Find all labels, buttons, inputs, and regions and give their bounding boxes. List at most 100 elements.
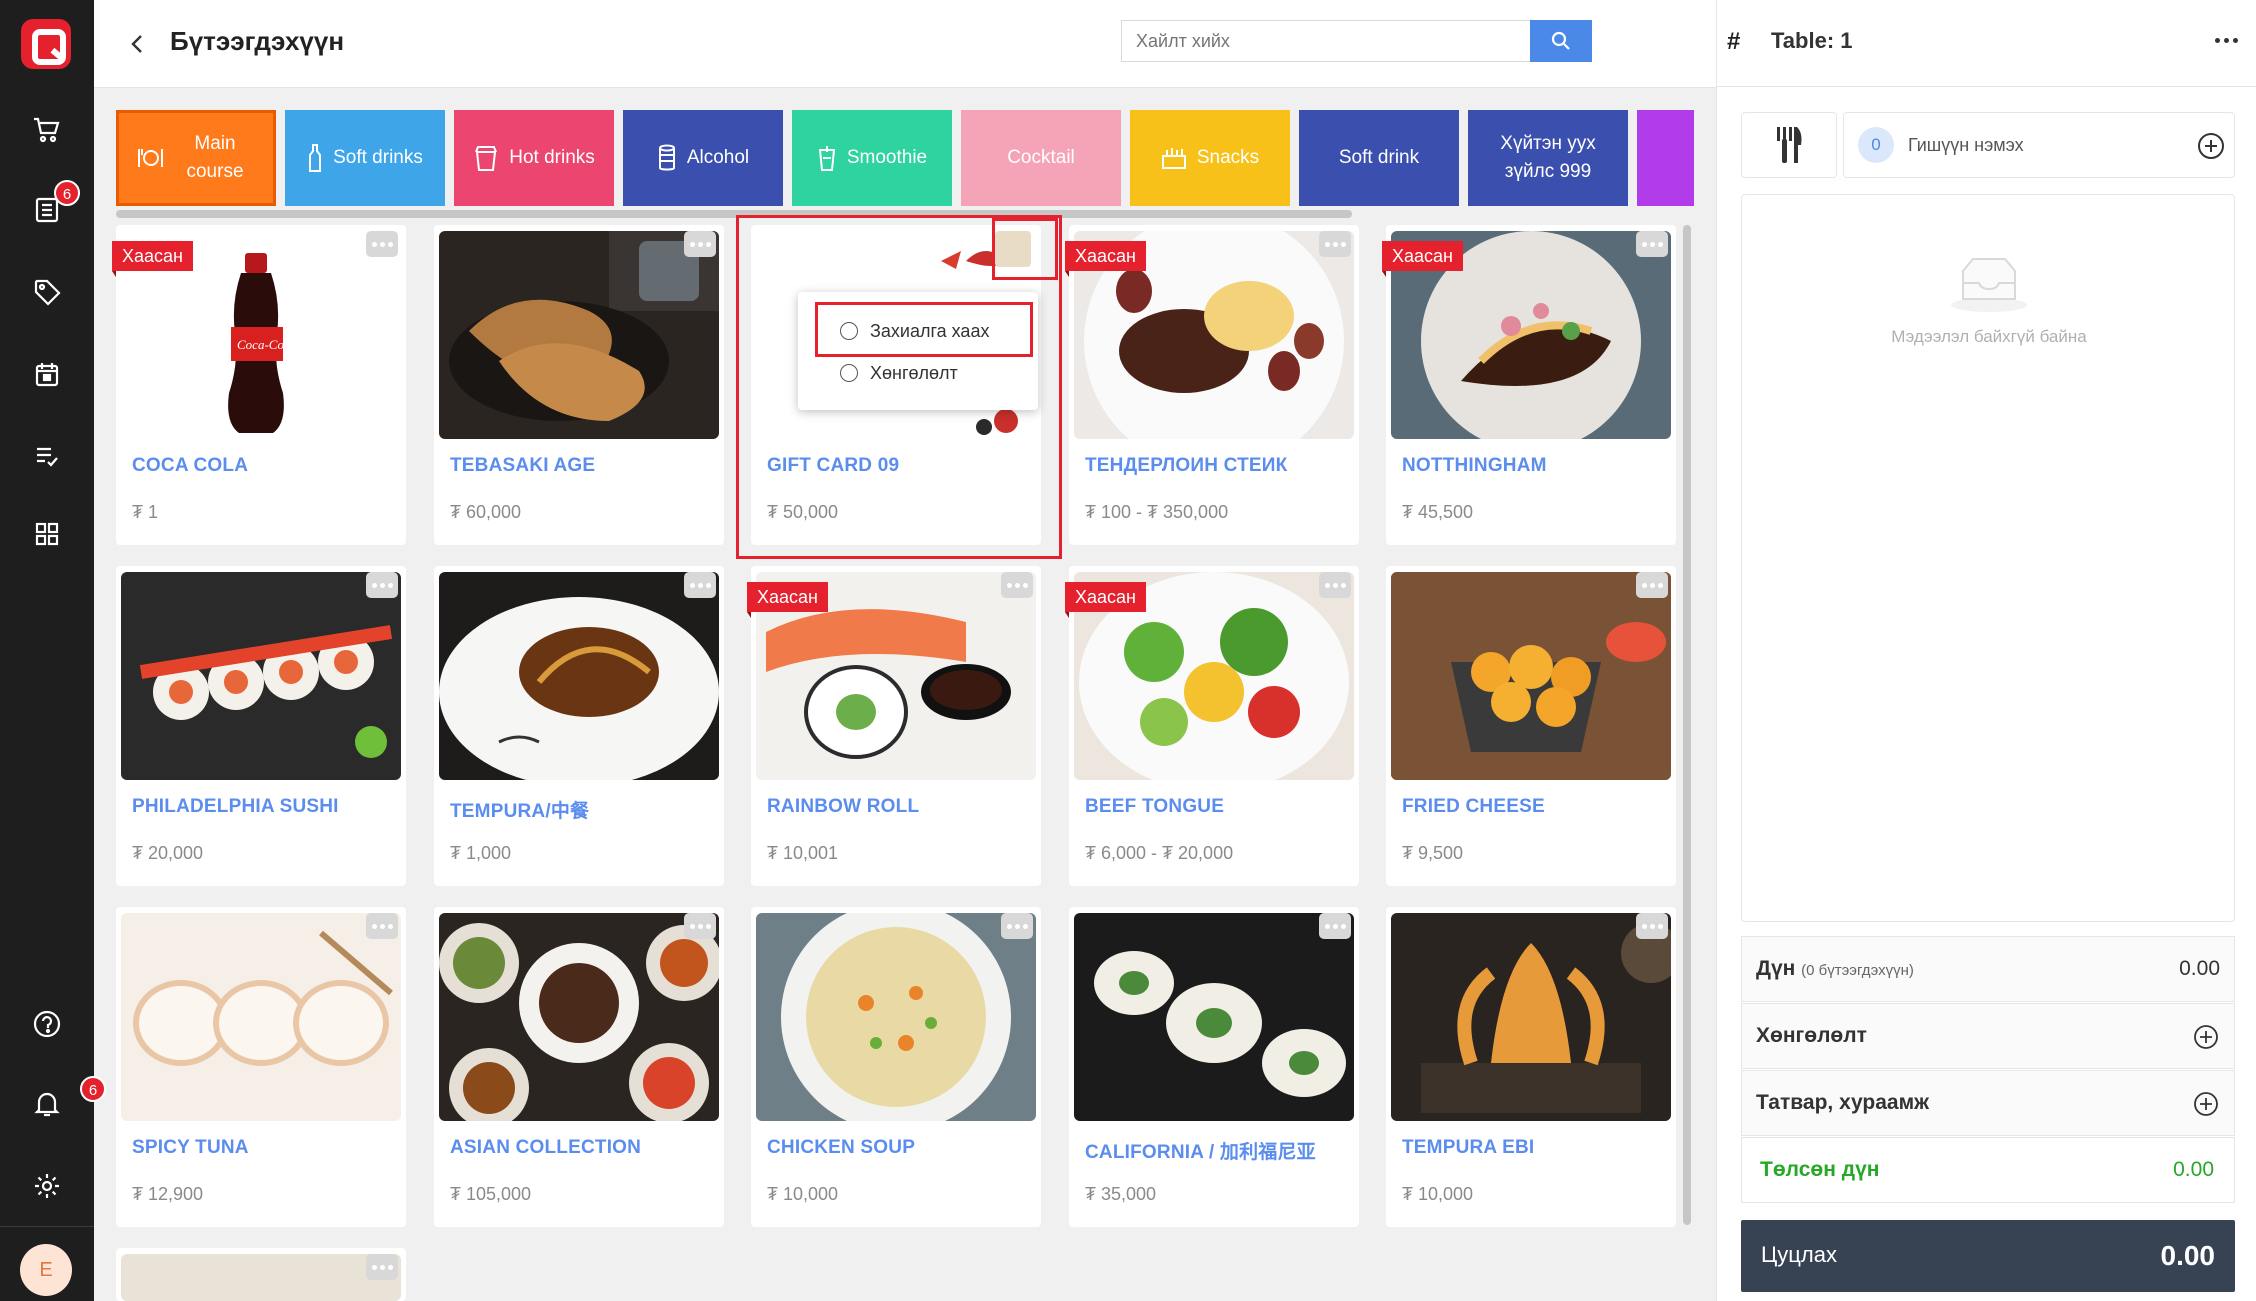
product-name: ASIAN COLLECTION	[450, 1137, 642, 1158]
add-circle-icon	[2198, 133, 2224, 159]
product-card-coca-cola[interactable]: Coca-Cola Хаасан COCA COLA ₮ 1	[112, 225, 406, 545]
checklist-icon[interactable]	[27, 436, 67, 476]
category-cold-drinks[interactable]: Хүйтэн уух зүйлс 999	[1468, 110, 1628, 206]
more-options-button[interactable]	[1636, 913, 1668, 939]
more-menu-icon[interactable]	[2215, 38, 2238, 43]
category-label: Hot drinks	[509, 147, 595, 168]
product-card-tebasaki-age[interactable]: TEBASAKI AGE ₮ 60,000	[434, 225, 724, 545]
cart-icon[interactable]	[27, 110, 67, 150]
amount-label: Дүн	[1756, 957, 1796, 980]
product-card-tenderloin[interactable]: Хаасан ТЕНДЕРЛОИН СТЕИК ₮ 100 - ₮ 350,00…	[1065, 225, 1359, 545]
cancel-button[interactable]: Цуцлах 0.00	[1741, 1220, 2235, 1292]
category-alcohol[interactable]: Alcohol	[623, 110, 783, 206]
category-snacks[interactable]: Snacks	[1130, 110, 1290, 206]
product-price: ₮ 100 - ₮ 350,000	[1085, 502, 1229, 522]
more-options-button[interactable]	[1319, 231, 1351, 257]
svg-text:Coca-Cola: Coca-Cola	[237, 337, 295, 352]
product-name: PHILADELPHIA SUSHI	[132, 796, 339, 817]
product-price: ₮ 105,000	[450, 1184, 532, 1204]
product-card-beef-tongue[interactable]: Хаасан BEEF TONGUE ₮ 6,000 - ₮ 20,000	[1065, 566, 1359, 886]
menu-item-close-order[interactable]: Захиалга хаах	[870, 321, 989, 342]
sold-out-badge: Хаасан	[1065, 241, 1146, 277]
more-options-button[interactable]	[1636, 572, 1668, 598]
product-card-fried-cheese[interactable]: FRIED CHEESE ₮ 9,500	[1386, 566, 1676, 886]
add-member-field[interactable]: 0 Гишүүн нэмэх	[1843, 112, 2235, 178]
menu-item-discount[interactable]: Хөнгөлөлт	[870, 363, 958, 384]
category-partial[interactable]: L	[1637, 110, 1694, 206]
product-price: ₮ 1	[132, 502, 159, 522]
product-card-chicken-soup[interactable]: CHICKEN SOUP ₮ 10,000	[751, 907, 1041, 1227]
category-soft-drinks[interactable]: Soft drinks	[285, 110, 445, 206]
products-scrollbar[interactable]	[1683, 225, 1691, 1225]
table-title: Table: 1	[1771, 28, 1853, 53]
category-soft-drink[interactable]: Soft drink	[1299, 110, 1459, 206]
product-image	[1391, 572, 1671, 780]
add-member-label: Гишүүн нэмэх	[1908, 135, 2024, 155]
product-price: ₮ 60,000	[450, 502, 522, 522]
more-options-button[interactable]	[366, 231, 398, 257]
product-price: ₮ 35,000	[1085, 1184, 1157, 1204]
product-name: TEMPURA/中餐	[450, 801, 590, 822]
category-label: Хүйтэн уух зүйлс 999	[1500, 133, 1596, 182]
category-hot-drinks[interactable]: Hot drinks	[454, 110, 614, 206]
help-icon[interactable]	[27, 1004, 67, 1044]
product-image	[439, 231, 719, 439]
add-discount-icon	[2194, 1025, 2218, 1049]
category-scrollbar[interactable]	[116, 210, 1352, 218]
calendar-icon[interactable]	[27, 354, 67, 394]
product-name: COCA COLA	[132, 455, 249, 476]
notification-badge: 6	[80, 1076, 106, 1102]
more-options-button[interactable]	[684, 913, 716, 939]
cancel-total: 0.00	[2160, 1240, 2216, 1271]
product-card-asian-collection[interactable]: ASIAN COLLECTION ₮ 105,000	[434, 907, 724, 1227]
product-image	[1391, 913, 1671, 1121]
amount-value: 0.00	[2179, 957, 2220, 980]
more-options-button[interactable]	[1001, 913, 1033, 939]
dine-in-button[interactable]	[1741, 112, 1837, 178]
search-button[interactable]	[1530, 20, 1592, 62]
more-options-button[interactable]	[684, 231, 716, 257]
category-main-course[interactable]: Main course	[116, 110, 276, 206]
more-options-button[interactable]	[1636, 231, 1668, 257]
panel-divider	[1717, 86, 2256, 87]
product-card-tempura[interactable]: TEMPURA/中餐 ₮ 1,000	[434, 566, 724, 886]
more-options-button[interactable]	[684, 572, 716, 598]
settings-gear-icon[interactable]	[27, 1166, 67, 1206]
bell-icon[interactable]	[27, 1084, 67, 1124]
tax-row[interactable]: Татвар, хураамж	[1741, 1070, 2235, 1136]
product-card-california[interactable]: CALIFORNIA / 加利福尼亚 ₮ 35,000	[1069, 907, 1359, 1227]
product-card-spicy-tuna[interactable]: SPICY TUNA ₮ 12,900	[116, 907, 406, 1227]
product-card-philadelphia-sushi[interactable]: PHILADELPHIA SUSHI ₮ 20,000	[116, 566, 406, 886]
product-card-tempura-ebi[interactable]: TEMPURA EBI ₮ 10,000	[1386, 907, 1676, 1227]
back-arrow-icon[interactable]	[124, 30, 152, 58]
search-box[interactable]	[1121, 20, 1531, 62]
search-input[interactable]	[1122, 21, 1530, 61]
app-logo[interactable]	[21, 19, 71, 69]
discount-row[interactable]: Хөнгөлөлт	[1741, 1003, 2235, 1069]
grid-icon[interactable]	[27, 514, 67, 554]
product-image	[1074, 913, 1354, 1121]
more-options-button[interactable]	[366, 1254, 398, 1280]
product-card-partial[interactable]	[116, 1248, 406, 1301]
product-card-rainbow-roll[interactable]: Хаасан RAINBOW ROLL ₮ 10,001	[747, 566, 1041, 886]
product-price: ₮ 10,000	[767, 1184, 839, 1204]
user-avatar[interactable]: E	[20, 1244, 72, 1296]
product-name: TEMPURA EBI	[1402, 1137, 1535, 1158]
sold-out-badge: Хаасан	[112, 241, 193, 277]
category-bar: Main course Soft drinks Hot drinks Alcoh…	[116, 110, 1694, 208]
category-smoothie[interactable]: Smoothie	[792, 110, 952, 206]
more-options-button[interactable]	[1001, 572, 1033, 598]
category-cocktail[interactable]: Cocktail	[961, 110, 1121, 206]
tag-icon[interactable]	[27, 272, 67, 312]
more-options-button[interactable]	[366, 913, 398, 939]
category-label: Soft drink	[1338, 147, 1420, 168]
product-price: ₮ 10,000	[1402, 1184, 1474, 1204]
product-card-notthingham[interactable]: Хаасан NOTTHINGHAM ₮ 45,500	[1382, 225, 1676, 545]
gift-card-thumbnail[interactable]	[995, 231, 1031, 267]
category-label: Snacks	[1196, 147, 1260, 168]
more-options-button[interactable]	[1319, 913, 1351, 939]
more-options-button[interactable]	[366, 572, 398, 598]
can-icon	[658, 144, 675, 171]
category-label: Main course	[186, 133, 244, 182]
more-options-button[interactable]	[1319, 572, 1351, 598]
